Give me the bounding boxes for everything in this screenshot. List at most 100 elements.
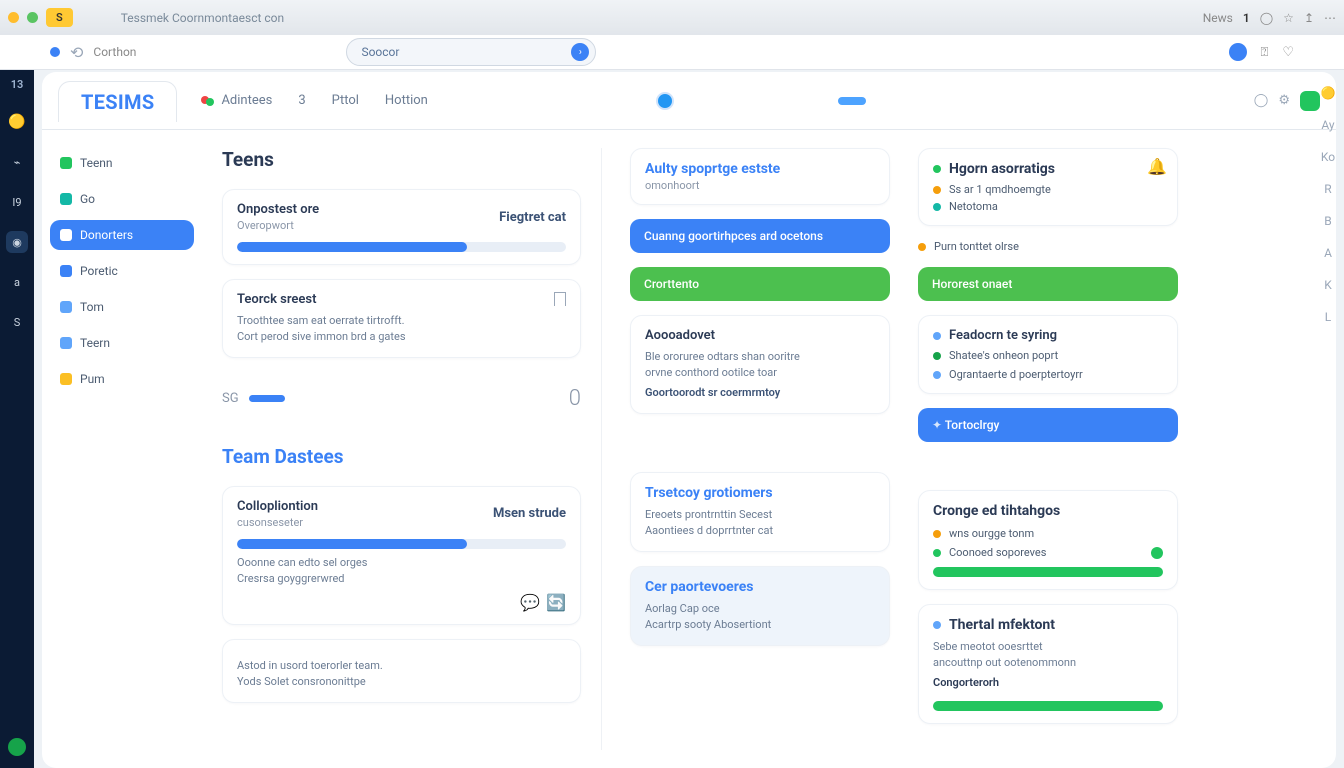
card-line: Ble ororuree odtars shan ooritre (645, 349, 875, 365)
team-icon (60, 157, 72, 169)
user-icon[interactable]: ⍰ (1261, 45, 1269, 60)
bookmark-icon[interactable]: ♡ (1282, 45, 1294, 60)
card-aulty[interactable]: Aulty spoprtge estste omonhoort (630, 148, 890, 205)
sidebar-item-tom[interactable]: Tom (50, 292, 194, 322)
card-cer[interactable]: Cer paortevoeres Aorlag Cap oce Acartrp … (630, 566, 890, 646)
card-line-emph: Congorterorh (933, 675, 1163, 691)
column-3: 🔔 Hgorn asorratigs Ss ar 1 qmdhoemgte Ne… (918, 148, 1178, 750)
up-icon[interactable]: ↥ (1304, 11, 1314, 25)
dot-icon (933, 186, 941, 194)
card-onpostest[interactable]: Onpostest ore Overopwort Fiegtret cat (222, 189, 581, 265)
site-identity-icon[interactable] (50, 47, 60, 57)
card-feadocrn[interactable]: Feadocrn te syring Shatee's onheon poprt… (918, 315, 1178, 394)
rail-status-dot[interactable] (8, 738, 26, 756)
card-line: orvne conthord ootilce toar (645, 365, 875, 381)
tortoclrgy-button[interactable]: ✦ Tortoclrgy (918, 408, 1178, 442)
dot-icon (933, 203, 941, 211)
column-1: Teens Onpostest ore Overopwort Fiegtret … (222, 148, 602, 750)
dot-icon (933, 371, 941, 379)
card-collop[interactable]: Collopliontion cusonseseter Msen strude … (222, 486, 581, 625)
sidebar-item-team[interactable]: Teenn (50, 148, 194, 178)
activities-icon (201, 94, 215, 108)
header-indicator (838, 97, 866, 105)
profile-avatar[interactable] (1229, 43, 1247, 61)
card-cronge[interactable]: Cronge ed tihtahgos wns ourgge tonm Coon… (918, 490, 1178, 590)
right-rail: 🟡 Ay Ko R B A K L (1312, 70, 1344, 768)
primary-action-button[interactable]: Cuanng goortirhpces ard ocetons (630, 219, 890, 253)
rail-label: Ko (1321, 150, 1335, 164)
card-title: Trsetcoy grotiomers (645, 485, 875, 501)
header-gear-icon[interactable]: ⚙ (1278, 93, 1290, 108)
dot-icon (933, 530, 941, 538)
card-line: Cresrsa goyggrerwred (237, 571, 566, 587)
rail-item-3[interactable]: I9 (6, 191, 28, 213)
nav-4[interactable]: Hottion (385, 93, 428, 108)
card-thertal[interactable]: Thertal mfektont Sebe meotot ooesrttet a… (918, 604, 1178, 724)
card-line: Ooonne can edto sel orges (237, 555, 566, 571)
search-input[interactable]: Soocor › (346, 38, 596, 66)
icon-rail: 13 🟡 ⌁ I9 ◉ a S (0, 70, 34, 768)
card-line: Yods Solet consrononittpe (237, 674, 566, 690)
card-line: Astod in usord toerorler team. (237, 658, 566, 674)
rail-badge: 13 (8, 76, 27, 93)
menu-icon[interactable]: ⋯ (1324, 11, 1336, 25)
chat-icon[interactable]: 💬 (520, 593, 540, 612)
stat-bar (249, 395, 285, 402)
url-text[interactable]: Corthon (93, 45, 136, 59)
card-title: Hgorn asorratigs (949, 161, 1055, 177)
dot-icon (933, 549, 941, 557)
green-action-button[interactable]: Hororest onaet (918, 267, 1178, 301)
nav-3[interactable]: Pttol (332, 93, 359, 108)
rail-emoji[interactable]: 🟡 (1321, 86, 1336, 100)
card-astod[interactable]: Astod in usord toerorler team. Yods Sole… (222, 639, 581, 703)
notif-count: 1 (1243, 11, 1250, 25)
sidebar-item-poretic[interactable]: Poretic (50, 256, 194, 286)
card-line: wns ourgge tonm (949, 527, 1034, 540)
dot-icon (933, 621, 941, 629)
rail-item-active[interactable]: ◉ (6, 231, 28, 253)
window-dot-2 (27, 12, 38, 23)
card-line-emph: Goortoorodt sr coermrmtoy (645, 385, 875, 401)
card-title: Cronge ed tihtahgos (933, 503, 1163, 519)
card-hgorn[interactable]: 🔔 Hgorn asorratigs Ss ar 1 qmdhoemgte Ne… (918, 148, 1178, 226)
card-teorck[interactable]: Teorck sreest Troothtee sam eat oerrate … (222, 279, 581, 358)
bookmark-icon[interactable] (554, 292, 566, 306)
chip-purn[interactable]: Purn tonttet olrse (918, 240, 1178, 253)
progress-green (933, 567, 1163, 577)
header-status-dot[interactable] (656, 92, 674, 110)
card-title: Collopliontion (237, 499, 318, 514)
app-header: TESIMS Adintees 3 Pttol Hottion ◯ ⚙ (42, 72, 1336, 130)
rail-item-6[interactable]: S (6, 311, 28, 333)
sidebar-item-pum[interactable]: Pum (50, 364, 194, 394)
bell-icon[interactable]: 🔔 (1147, 157, 1167, 176)
search-go-icon[interactable]: › (571, 43, 589, 61)
sidebar: Teenn Go Donorters Poretic Tom Teern Pum (42, 130, 202, 768)
card-aooo[interactable]: Aoooadovet Ble ororuree odtars shan oori… (630, 315, 890, 414)
card-line: Aaontiees d doprrtnter cat (645, 523, 875, 539)
header-circle-icon[interactable]: ◯ (1254, 93, 1269, 108)
rail-item-2[interactable]: ⌁ (6, 151, 28, 173)
card-title: Onpostest ore (237, 202, 319, 217)
nav-2[interactable]: 3 (298, 93, 305, 108)
sidebar-item-donors[interactable]: Donorters (50, 220, 194, 250)
card-trsetcoy[interactable]: Trsetcoy grotiomers Ereoets prontrnttin … (630, 472, 890, 552)
refresh-icon[interactable]: ⟲ (70, 43, 83, 62)
card-line: Ograntaerte d poerptertoyrr (949, 368, 1083, 381)
star-icon[interactable]: ☆ (1283, 11, 1294, 25)
rail-item-5[interactable]: a (6, 271, 28, 293)
nav-activities[interactable]: Adintees (201, 93, 272, 108)
card-line: Cort perod sive immon brd a gates (237, 329, 544, 345)
secondary-action-button[interactable]: Crorttento (630, 267, 890, 301)
card-line: Acartrp sooty Abosertiont (645, 617, 875, 633)
rail-label: Ay (1321, 118, 1334, 132)
browser-tab[interactable]: S (46, 8, 73, 27)
browser-chrome-bar: S Tessmek Coornmontaesct con News 1 ◯ ☆ … (0, 0, 1344, 35)
sidebar-item-teern[interactable]: Teern (50, 328, 194, 358)
app-title[interactable]: TESIMS (58, 81, 177, 122)
sidebar-item-go[interactable]: Go (50, 184, 194, 214)
rail-home-icon[interactable]: 🟡 (6, 111, 28, 133)
refresh-icon[interactable]: 🔄 (546, 593, 566, 612)
card-title: Aulty spoprtge estste (645, 161, 875, 177)
rail-label: A (1324, 246, 1332, 260)
news-label[interactable]: News (1203, 11, 1233, 25)
